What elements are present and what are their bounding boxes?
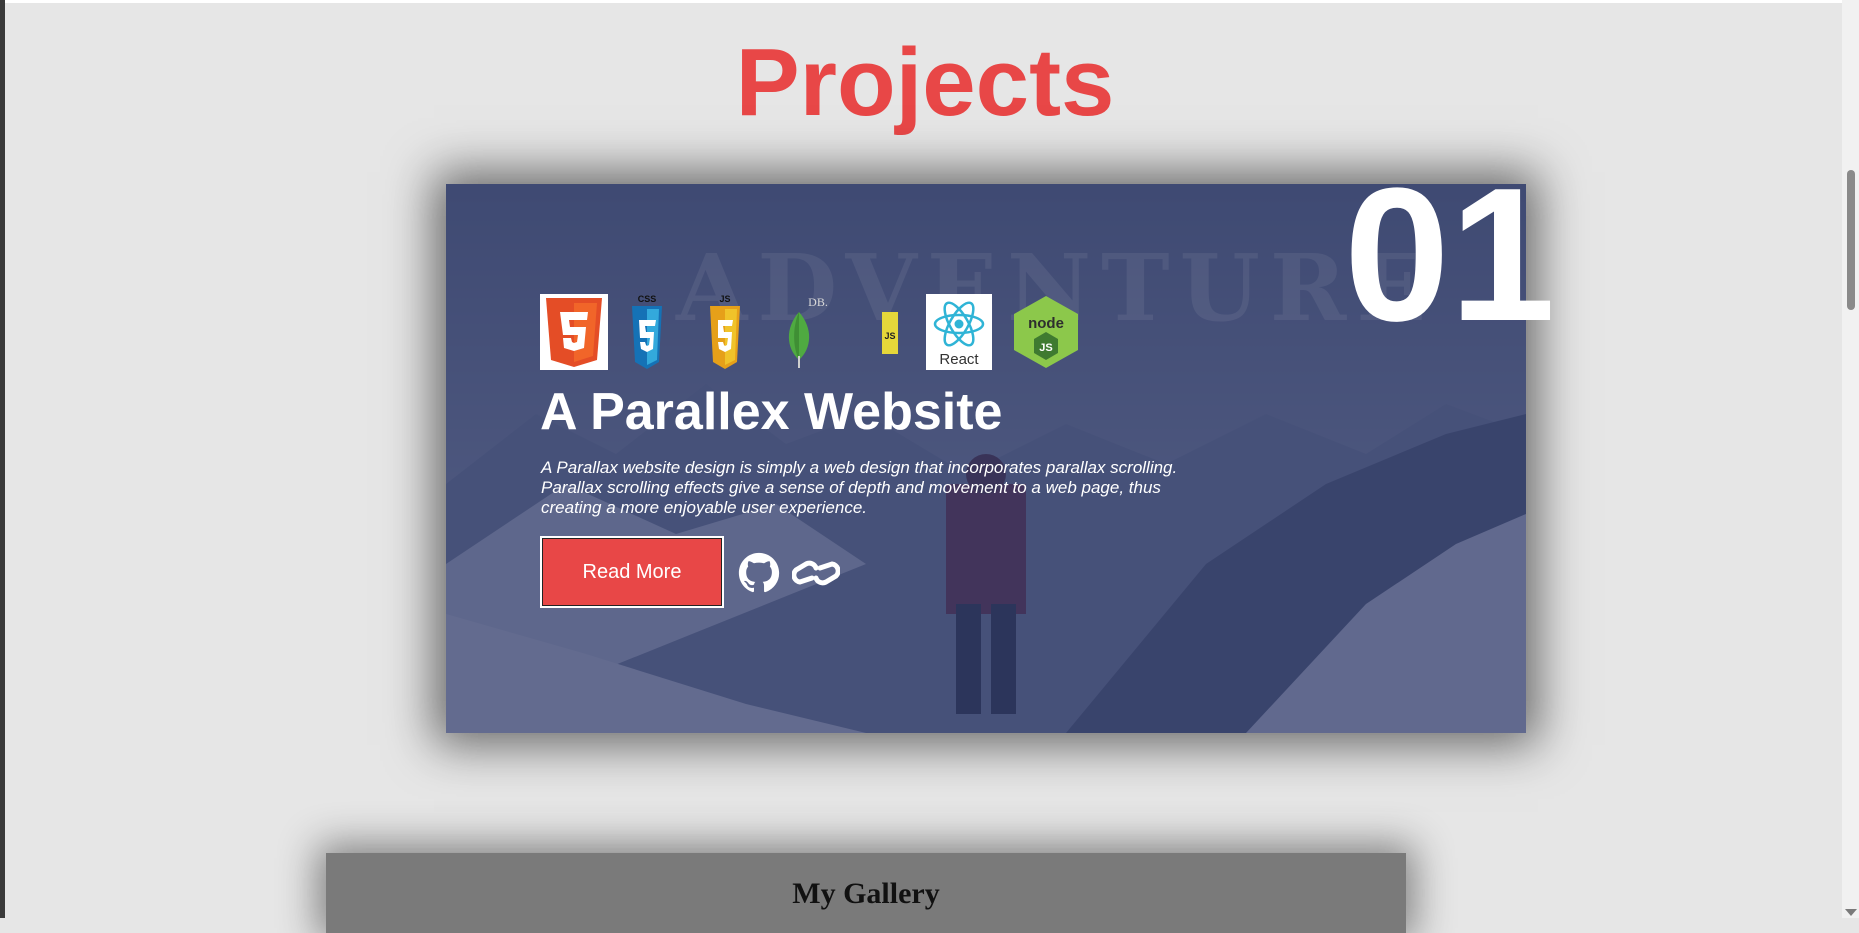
- html5-icon: [540, 294, 608, 370]
- nodejs-icon: node JS: [1014, 296, 1078, 368]
- read-more-button[interactable]: Read More: [540, 536, 724, 608]
- project-description: A Parallax website design is simply a we…: [541, 458, 1178, 517]
- window-left-edge: [0, 0, 5, 918]
- project-title: A Parallex Website: [540, 383, 1003, 441]
- mongodb-icon: DB.: [788, 295, 828, 368]
- github-icon[interactable]: [738, 552, 780, 594]
- project-number: 01: [1344, 149, 1556, 361]
- js-label: JS: [719, 294, 730, 304]
- mongodb-label: DB.: [808, 295, 828, 309]
- node-js-label: JS: [1039, 342, 1052, 354]
- express-label: JS: [884, 331, 895, 341]
- vertical-scrollbar[interactable]: [1842, 0, 1859, 918]
- gallery-section: My Gallery: [326, 853, 1406, 933]
- window-top-edge: [5, 0, 1842, 3]
- css-label: CSS: [638, 294, 657, 304]
- gallery-title: My Gallery: [792, 877, 940, 910]
- expressjs-icon: JS: [882, 312, 898, 354]
- react-icon: React: [926, 294, 992, 370]
- javascript-icon: JS: [710, 294, 740, 369]
- react-label: React: [939, 351, 979, 368]
- scrollbar-thumb[interactable]: [1847, 170, 1855, 310]
- tech-stack-icons: CSS JS DB. JS React node JS: [540, 294, 1100, 372]
- node-label: node: [1028, 315, 1064, 332]
- scroll-down-icon[interactable]: [1845, 909, 1857, 916]
- css3-icon: CSS: [632, 294, 662, 369]
- section-title: Projects: [735, 29, 1115, 136]
- link-icon[interactable]: [792, 552, 840, 594]
